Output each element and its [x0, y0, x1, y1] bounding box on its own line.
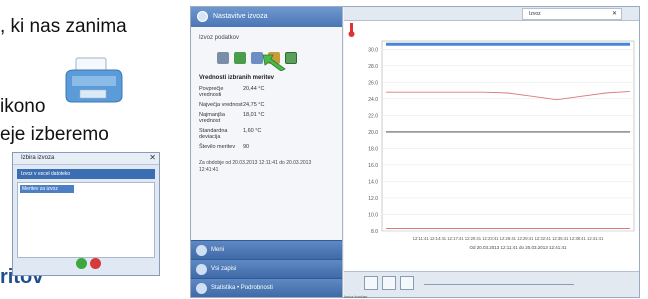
tab-label: Izvoz	[529, 11, 541, 17]
stat-label: Standardna deviacija	[199, 128, 228, 140]
toolbar	[191, 49, 342, 71]
y-tick-label: 18.0	[368, 146, 378, 152]
menu-icon	[196, 245, 207, 256]
list-item[interactable]: Meritev za izvoz	[20, 185, 74, 193]
y-tick-label: 28.0	[368, 64, 378, 70]
doc-text-line-3: eje izberemo	[0, 124, 109, 145]
nav-item-menu[interactable]: Meni	[191, 240, 342, 259]
nav-panel: Meni Vsi zapisi Statistika • Podrobnosti	[191, 240, 342, 297]
y-tick-label: 10.0	[368, 212, 378, 218]
x-axis-label: Od 20.03.2013 12:11:41 do 20.03.2013 12:…	[469, 245, 567, 250]
dialog-header: Izvoz v excel datoteko	[17, 169, 155, 179]
stat-value: 18,01 °C	[243, 112, 265, 118]
doc-text-line-1: , ki nas zanima	[0, 16, 127, 37]
app-window: Nastavitve izvoza Izvoz podatkov Vrednos…	[190, 6, 640, 299]
y-tick-label: 8.0	[371, 229, 378, 235]
stat-value: 90	[243, 144, 250, 150]
doc-text-line-2: ikono	[0, 96, 46, 117]
panel-title: Nastavitve izvoza	[213, 13, 268, 20]
left-panel: Nastavitve izvoza Izvoz podatkov Vrednos…	[191, 7, 343, 297]
nav-label: Vsi zapisi	[211, 266, 237, 272]
stat-value: 20,44 °C	[243, 86, 265, 92]
zoom-button[interactable]	[364, 276, 378, 290]
y-tick-label: 20.0	[368, 130, 378, 136]
dialog-title-bar: Izbira izvoza ✕	[13, 153, 159, 165]
stat-row: Standardna deviacija 1,60 °C	[191, 126, 342, 142]
x-tick-labels: 12:11:41 12:14:41 12:17:41 12:20:41 12:2…	[413, 236, 604, 241]
y-tick-label: 26.0	[368, 80, 378, 86]
y-tick-label: 24.0	[368, 97, 378, 103]
tab-export[interactable]: Izvoz ✕	[522, 8, 622, 20]
stat-value: 1,60 °C	[243, 128, 262, 134]
stat-label: Povprečje vrednosti	[199, 86, 224, 98]
y-tick-label: 14.0	[368, 179, 378, 185]
statistics-icon	[196, 283, 207, 294]
stats-note: Za obdobje od 20.03.2013 12:11:41 do 20.…	[199, 160, 312, 173]
stat-row: Največja vrednost 24,75 °C	[191, 100, 342, 110]
panel-header: Nastavitve izvoza	[191, 7, 342, 27]
chart-controls	[344, 271, 639, 297]
close-tab-icon[interactable]: ✕	[612, 10, 617, 17]
right-panel: Izvoz ✕ 30.0 28.0 26.0 24.0 22.0 20.0 18.0 16.0…	[344, 7, 639, 297]
y-tick-label: 30.0	[368, 47, 378, 53]
temperature-chart[interactable]: 30.0 28.0 26.0 24.0 22.0 20.0 18.0 16.0 14.0 12.0…	[344, 21, 639, 271]
confirm-button[interactable]	[76, 258, 87, 269]
settings-icon	[197, 11, 208, 22]
y-tick-label: 22.0	[368, 113, 378, 119]
stat-value: 24,75 °C	[243, 102, 265, 108]
nav-label: Meni	[211, 247, 225, 253]
close-icon[interactable]: ✕	[149, 153, 156, 162]
green-arrow-icon	[262, 54, 286, 71]
cancel-button[interactable]	[90, 258, 101, 269]
sub-header: Izvoz podatkov	[199, 35, 240, 41]
y-tick-label: 16.0	[368, 163, 378, 169]
thermometer-bulb-icon	[348, 31, 355, 37]
nav-label: Statistika • Podrobnosti	[211, 285, 273, 291]
stat-row: Število meritev 90	[191, 142, 342, 152]
y-tick-label: 12.0	[368, 196, 378, 202]
tab-bar: Izvoz ✕	[344, 7, 639, 21]
records-icon	[196, 264, 207, 275]
stat-label: Najmanjša vrednost	[199, 112, 225, 124]
timeline-slider[interactable]	[424, 284, 574, 285]
stat-label: Največja vrednost	[199, 102, 243, 108]
plot-area	[381, 40, 635, 232]
dialog-list[interactable]: Meritev za izvoz	[17, 182, 155, 258]
stat-label: Število meritev	[199, 144, 236, 150]
export-dialog: Izbira izvoza ✕ Izvoz v excel datoteko M…	[12, 152, 160, 276]
reset-button[interactable]	[400, 276, 414, 290]
chart-icon[interactable]	[234, 52, 246, 64]
nav-item-all-records[interactable]: Vsi zapisi	[191, 259, 342, 278]
export-icon[interactable]	[217, 52, 229, 64]
stat-row: Najmanjša vrednost 18,01 °C	[191, 110, 342, 126]
nav-item-statistics[interactable]: Statistika • Podrobnosti	[191, 278, 342, 297]
stat-row: Povprečje vrednosti 20,44 °C	[191, 84, 342, 100]
pan-button[interactable]	[382, 276, 396, 290]
dialog-title: Izbira izvoza	[21, 155, 55, 161]
printer-icon[interactable]	[62, 56, 124, 106]
status-text: Izvoz končan	[344, 294, 368, 299]
